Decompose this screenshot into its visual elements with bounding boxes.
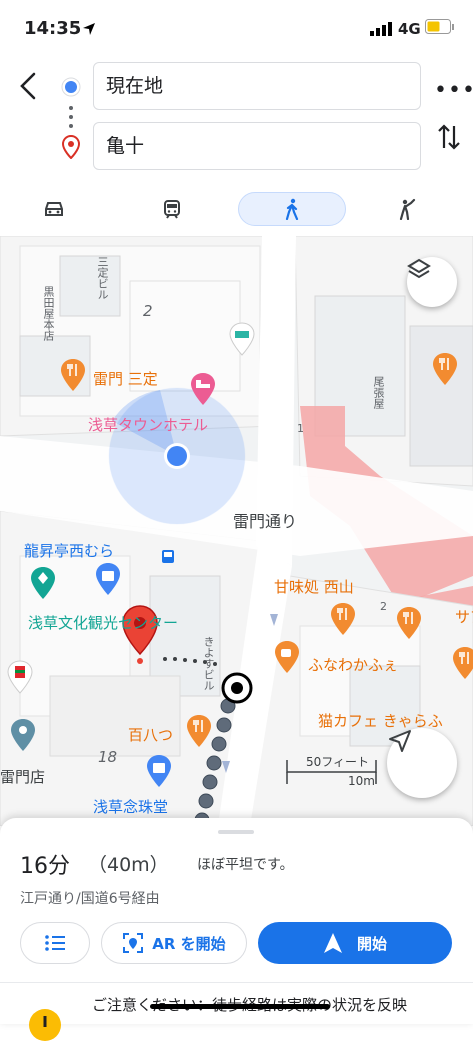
- ar-icon: [123, 933, 144, 953]
- landmark-pin-icon[interactable]: [30, 566, 56, 600]
- route-duration: 16分: [20, 854, 70, 879]
- shopping-pin-icon[interactable]: [146, 754, 172, 788]
- recenter-button[interactable]: [387, 728, 457, 798]
- origin-dot-icon: [61, 77, 81, 97]
- back-arrow-icon[interactable]: [14, 68, 44, 104]
- tab-transit[interactable]: [118, 192, 226, 226]
- redaction-mark: [150, 1004, 330, 1009]
- warning-icon: [29, 1009, 61, 1041]
- steps-button[interactable]: [20, 922, 90, 964]
- ar-start-label: AR を開始: [152, 934, 226, 953]
- battery-icon: [425, 19, 454, 34]
- tab-driving[interactable]: [0, 192, 108, 226]
- steps-list-icon: [45, 935, 65, 951]
- street-label: 雷門通り: [233, 512, 298, 531]
- destination-pin-icon: [62, 135, 80, 159]
- route-via: 江戸通り/国道6号経由: [20, 891, 160, 907]
- transit-icon: [164, 200, 180, 219]
- tab-walking[interactable]: [238, 192, 346, 226]
- recenter-icon: [389, 730, 411, 752]
- tab-ride[interactable]: [352, 192, 460, 226]
- poi-label: 雷門店: [0, 768, 46, 786]
- building-label: 三定ビル: [96, 256, 109, 300]
- network-type: 4G: [398, 20, 421, 38]
- start-label: 開始: [356, 934, 387, 953]
- ride-icon: [399, 198, 416, 220]
- destination-field[interactable]: 亀十: [93, 122, 421, 170]
- more-icon[interactable]: •••: [434, 78, 473, 103]
- poi-label: 浅草タウンホテル: [88, 416, 209, 434]
- convenience-store-pin-icon[interactable]: [6, 660, 34, 694]
- block-number: 1: [297, 422, 304, 435]
- scale-feet: 50フィート: [306, 755, 370, 769]
- swap-icon[interactable]: [436, 122, 462, 152]
- poi-label: 甘味処 西山: [274, 578, 354, 596]
- bus-stop-icon: [162, 550, 174, 563]
- divider: [0, 982, 473, 983]
- walk-icon: [285, 198, 299, 220]
- route-summary-sheet[interactable]: 16分 （40m） ほぼ平坦です。 江戸通り/国道6号経由 AR を開始 開始 …: [0, 818, 473, 1041]
- shopping-pin-icon[interactable]: [95, 562, 121, 596]
- location-arrow-icon: [83, 23, 95, 35]
- layers-icon: [407, 258, 431, 279]
- hotel-pin-icon[interactable]: [190, 372, 216, 406]
- layers-button[interactable]: [407, 257, 457, 307]
- start-navigation-button[interactable]: 開始: [258, 922, 452, 964]
- poi-label: 雷門 三定: [93, 370, 158, 388]
- poi-label: 浅草文化観光センター: [28, 614, 179, 632]
- poi-label: 浅草念珠堂: [93, 798, 169, 816]
- poi-label: サア: [455, 608, 473, 626]
- origin-field[interactable]: 現在地: [93, 62, 421, 110]
- status-time: 14:35: [24, 18, 82, 39]
- building-label: きよすビル: [202, 636, 215, 691]
- car-icon: [45, 202, 63, 216]
- route-dots-icon: [69, 106, 73, 128]
- restaurant-pin-icon[interactable]: [186, 714, 212, 748]
- cafe-pin-icon[interactable]: [274, 640, 300, 674]
- bath-pin-icon[interactable]: [228, 322, 256, 356]
- place-pin-icon[interactable]: [10, 718, 36, 752]
- restaurant-pin-icon[interactable]: [452, 646, 473, 680]
- restaurant-pin-icon[interactable]: [432, 352, 458, 386]
- sheet-handle[interactable]: [218, 830, 254, 834]
- block-number: 2: [143, 302, 153, 320]
- poi-label: ふなわかふぇ: [308, 656, 399, 674]
- signal-icon: [370, 22, 392, 36]
- poi-label: 百八つ: [128, 726, 174, 744]
- block-number: 18: [98, 748, 118, 766]
- restaurant-pin-icon[interactable]: [330, 602, 356, 636]
- building-label: 黒田屋本店: [42, 286, 55, 341]
- status-bar: 14:35 4G: [0, 0, 473, 58]
- route-distance: （40m）: [88, 854, 169, 876]
- building-label: 尾張屋: [372, 376, 385, 409]
- route-terrain: ほぼ平坦です。: [197, 857, 294, 873]
- travel-mode-tabs: [0, 186, 473, 236]
- restaurant-pin-icon[interactable]: [60, 358, 86, 392]
- navigate-icon: [323, 933, 342, 953]
- map-view[interactable]: 雷門 三定 浅草タウンホテル 雷門通り 龍昇亭西むら 浅草文化観光センター 甘味…: [0, 236, 473, 826]
- map-scale: 50フィート 10m: [286, 752, 382, 792]
- block-number: 2: [380, 600, 387, 613]
- poi-label: 龍昇亭西むら: [24, 542, 115, 560]
- restaurant-pin-icon[interactable]: [396, 606, 422, 640]
- ar-start-button[interactable]: AR を開始: [101, 922, 247, 964]
- scale-meters: 10m: [348, 774, 375, 788]
